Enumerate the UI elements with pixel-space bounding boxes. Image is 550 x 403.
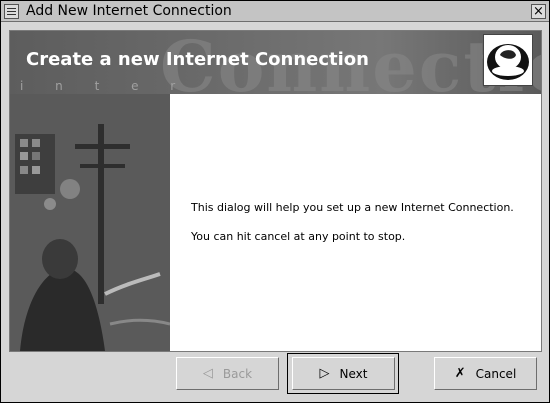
cancel-x-icon: ✗ [454, 366, 466, 381]
next-button[interactable]: ▷ Next [292, 357, 395, 390]
cancel-hint-text: You can hit cancel at any point to stop. [191, 230, 406, 243]
wizard-content: This dialog will help you set up a new I… [170, 94, 541, 351]
redhat-logo-icon [483, 34, 533, 86]
back-button-label: Back [222, 366, 253, 381]
close-icon[interactable]: × [531, 4, 546, 19]
wizard-banner: Connection i n t e r Create a new Intern… [10, 31, 541, 94]
cancel-button-label: Cancel [475, 366, 517, 381]
next-arrow-icon: ▷ [319, 366, 330, 381]
side-artwork [10, 94, 170, 351]
cancel-button[interactable]: ✗ Cancel [434, 357, 537, 390]
next-button-label: Next [339, 366, 368, 381]
title-bar[interactable]: Add New Internet Connection × [1, 1, 549, 22]
back-arrow-icon: ◁ [202, 366, 213, 381]
intro-text: This dialog will help you set up a new I… [191, 201, 514, 214]
back-button[interactable]: ◁ Back [176, 357, 279, 390]
window-menu-icon[interactable] [4, 4, 19, 19]
wizard-frame: Connection i n t e r Create a new Intern… [9, 30, 542, 352]
dialog-window: Add New Internet Connection × Connection… [0, 0, 550, 403]
wizard-title: Create a new Internet Connection [26, 49, 369, 70]
banner-dots: i n t e r [20, 79, 190, 93]
window-title: Add New Internet Connection [26, 3, 232, 19]
